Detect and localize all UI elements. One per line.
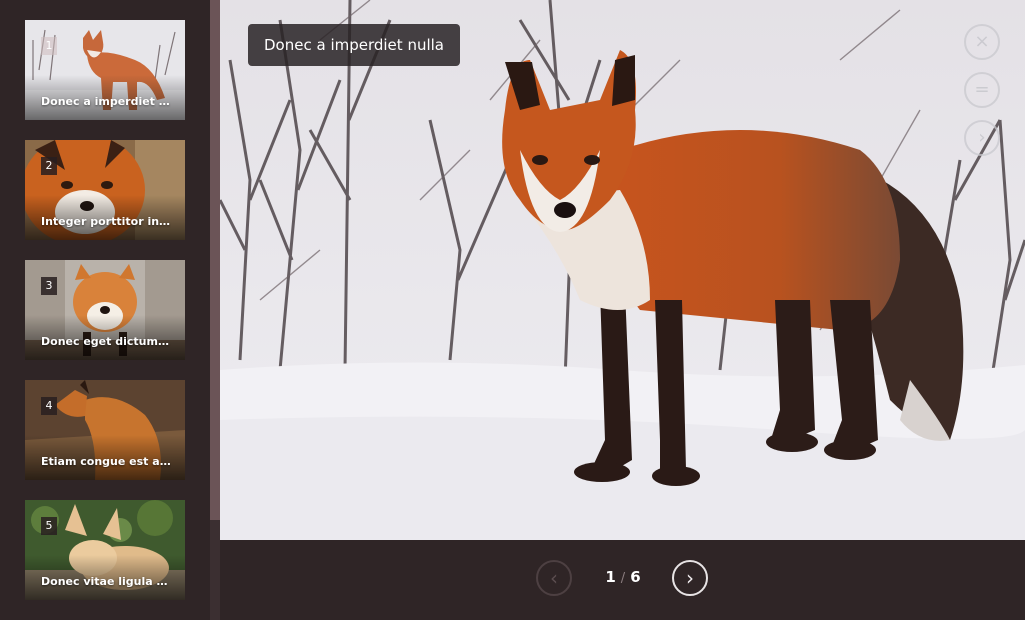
thumbnail-caption: Donec vitae ligula id ... — [41, 575, 171, 588]
counter-separator: / — [620, 571, 626, 586]
thumbnail-4[interactable]: 4 Etiam congue est a cu... — [25, 380, 185, 480]
counter-total: 6 — [630, 568, 641, 586]
thumbnail-caption: Integer porttitor inter... — [41, 215, 171, 228]
previous-button[interactable]: ‹ — [536, 560, 572, 596]
image-counter: 1 / 6 — [590, 568, 656, 586]
menu-icon[interactable]: = — [964, 72, 1000, 108]
thumbnail-sidebar: 1 Donec a imperdiet nu... 2 Integer port… — [0, 0, 210, 620]
caption-shade — [25, 75, 185, 120]
lightbox-gallery: 1 Donec a imperdiet nu... 2 Integer port… — [0, 0, 1025, 620]
thumbnail-caption: Donec a imperdiet nu... — [41, 95, 171, 108]
thumbnail-number: 3 — [41, 277, 57, 295]
thumbnail-number: 5 — [41, 517, 57, 535]
chevron-right-icon[interactable]: › — [964, 120, 1000, 156]
thumbnail-caption: Etiam congue est a cu... — [41, 455, 171, 468]
thumbnail-number: 4 — [41, 397, 57, 415]
thumbnail-1[interactable]: 1 Donec a imperdiet nu... — [25, 20, 185, 120]
thumbnail-number: 2 — [41, 157, 57, 175]
main-image-stage: Donec a imperdiet nulla × = › — [220, 0, 1025, 540]
image-title: Donec a imperdiet nulla — [248, 24, 460, 66]
fox-photo — [220, 0, 1025, 540]
sidebar-scrollbar[interactable] — [210, 0, 220, 620]
scrollbar-thumb[interactable] — [210, 0, 220, 520]
thumbnail-caption: Donec eget dictum nisi — [41, 335, 171, 348]
thumbnail-5[interactable]: 5 Donec vitae ligula id ... — [25, 500, 185, 600]
thumbnail-image — [25, 20, 185, 120]
counter-current: 1 — [605, 568, 616, 586]
next-button[interactable]: › — [672, 560, 708, 596]
thumbnail-2[interactable]: 2 Integer porttitor inter... — [25, 140, 185, 240]
thumbnail-number: 1 — [41, 37, 57, 55]
thumbnail-3[interactable]: 3 Donec eget dictum nisi — [25, 260, 185, 360]
pagination-bar: ‹ 1 / 6 › — [220, 540, 1025, 620]
close-icon[interactable]: × — [964, 24, 1000, 60]
